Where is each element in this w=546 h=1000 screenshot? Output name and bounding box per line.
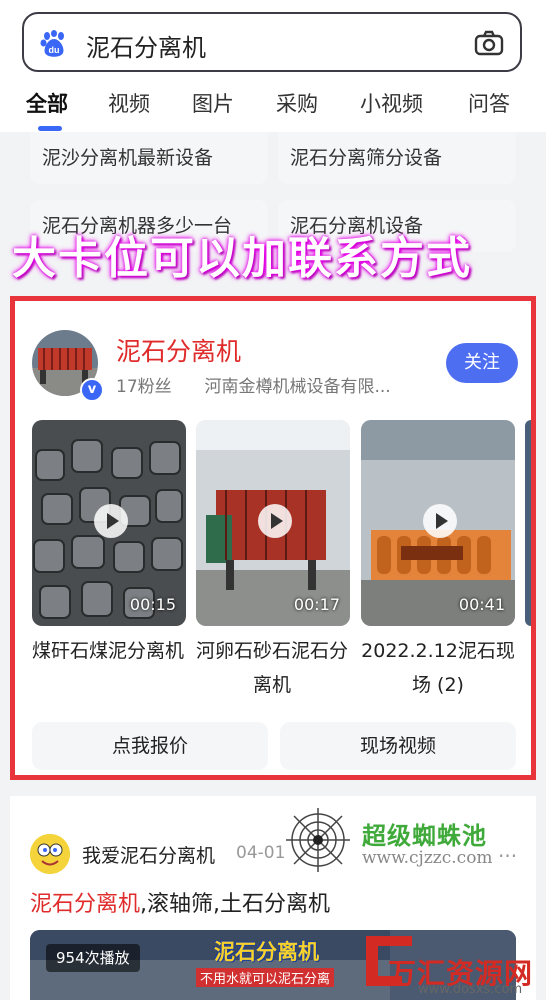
author-avatar[interactable]	[30, 834, 70, 874]
video-overlay-subtitle: 不用水就可以泥石分离	[196, 968, 335, 987]
promo-banner-text: 大卡位可以加联系方式	[12, 233, 472, 284]
highlight-frame	[10, 296, 536, 780]
tab-images[interactable]: 图片	[192, 88, 234, 118]
watermark-site-url: www.dosxs.com	[418, 982, 523, 997]
suggestion-item[interactable]: 泥石分离筛分设备	[278, 132, 516, 184]
tab-short-video[interactable]: 小视频	[360, 88, 423, 118]
post-title-rest: ,滚轴筛,土石分离机	[140, 892, 331, 917]
camera-icon[interactable]	[474, 30, 504, 56]
active-tab-indicator	[38, 126, 62, 131]
search-input[interactable]: 泥石分离机	[86, 28, 206, 63]
search-bar[interactable]: du 泥石分离机	[22, 12, 522, 72]
baidu-logo-icon: du	[40, 30, 64, 57]
tab-video[interactable]: 视频	[108, 88, 150, 118]
play-count: 954次播放	[46, 944, 140, 972]
suggestion-item[interactable]: 泥沙分离机最新设备	[30, 132, 268, 184]
tab-purchase[interactable]: 采购	[276, 88, 318, 118]
post-title-highlight: 泥石分离机	[30, 892, 141, 917]
tab-all[interactable]: 全部	[26, 88, 68, 118]
tab-qa[interactable]: 问答	[468, 88, 510, 118]
video-overlay-title: 泥石分离机	[214, 940, 319, 964]
post-title[interactable]: 泥石分离机,滚轴筛,土石分离机	[30, 886, 330, 918]
watermark-spider-text: 超级蜘蛛池	[362, 822, 487, 850]
more-icon[interactable]: ...	[498, 838, 517, 862]
tab-bar: 全部 视频 图片 采购 小视频 问答	[0, 88, 546, 128]
svg-text:du: du	[49, 45, 60, 55]
spider-logo-icon	[286, 808, 350, 872]
post-author[interactable]: 我爱泥石分离机	[82, 841, 215, 868]
post-date: 04-01	[236, 843, 286, 863]
watermark-spider-url: www.cjzzc.com	[362, 848, 493, 868]
